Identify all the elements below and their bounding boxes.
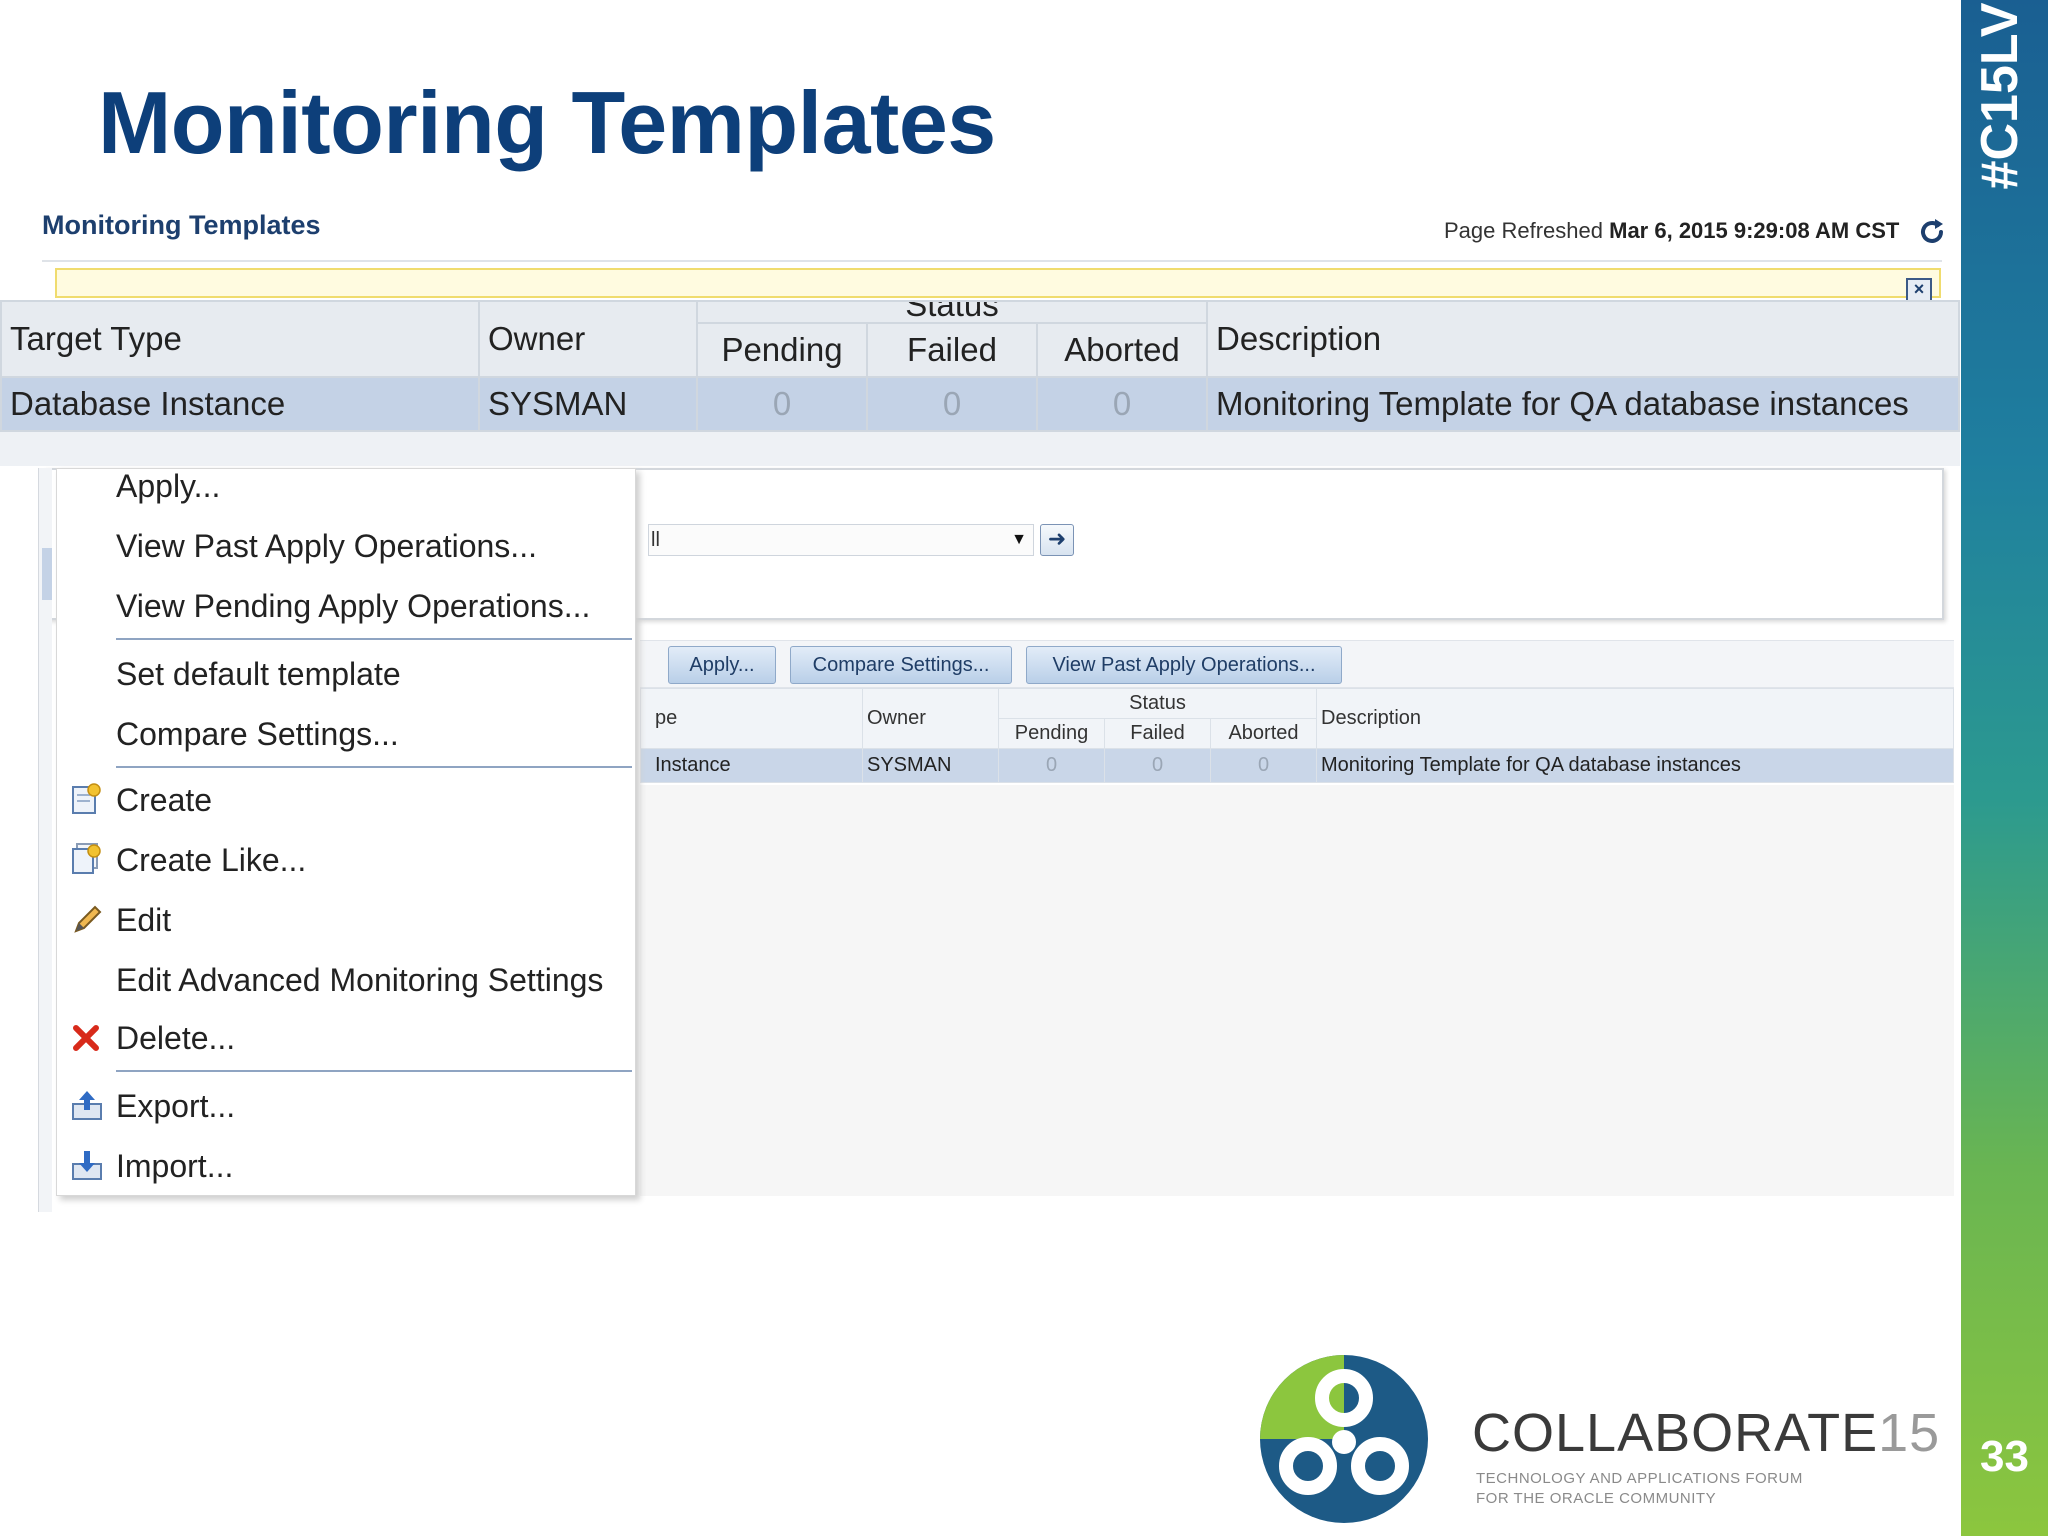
cell-failed: 0 xyxy=(1104,748,1211,783)
go-button[interactable]: ➜ xyxy=(1040,524,1074,556)
collaborate-tagline-1: TECHNOLOGY AND APPLICATIONS FORUM xyxy=(1476,1470,1803,1487)
create-like-icon xyxy=(72,843,101,874)
zoom-cell-failed: 0 xyxy=(866,376,1038,432)
col-pending[interactable]: Pending xyxy=(998,718,1105,749)
col-owner[interactable]: Owner xyxy=(862,688,999,749)
menu-item-create[interactable]: Create xyxy=(116,782,212,819)
header-divider xyxy=(42,260,1942,262)
zoom-col-status-group: Status xyxy=(696,300,1208,324)
templates-table: pe Owner Status Description Pending Fail… xyxy=(640,688,1954,783)
menu-item-export[interactable]: Export... xyxy=(116,1088,235,1125)
menu-item-compare-settings[interactable]: Compare Settings... xyxy=(116,716,399,753)
collaborate-wordmark: COLLABORATE15 xyxy=(1472,1402,1940,1464)
table-row[interactable]: Instance SYSMAN 0 0 0 Monitoring Templat… xyxy=(640,748,1954,783)
collaborate-tagline-2: FOR THE ORACLE COMMUNITY xyxy=(1476,1490,1717,1507)
cell-pending: 0 xyxy=(998,748,1105,783)
page-refreshed-info: Page Refreshed Mar 6, 2015 9:29:08 AM CS… xyxy=(1444,218,1899,244)
zoom-col-owner: Owner xyxy=(478,300,698,378)
create-icon xyxy=(72,783,101,814)
menu-item-import[interactable]: Import... xyxy=(116,1148,233,1185)
collaborate-wordmark-year: 15 xyxy=(1878,1403,1941,1463)
col-target-type[interactable]: pe xyxy=(640,688,863,749)
import-icon xyxy=(72,1151,102,1180)
export-icon xyxy=(72,1091,102,1120)
search-select-value: ll xyxy=(651,529,660,551)
slide-title: Monitoring Templates xyxy=(98,73,996,172)
menu-item-edit-advanced[interactable]: Edit Advanced Monitoring Settings xyxy=(116,962,603,999)
collaborate-logo-icon xyxy=(1260,1355,1428,1523)
col-failed[interactable]: Failed xyxy=(1104,718,1211,749)
cell-owner: SYSMAN xyxy=(862,748,999,783)
collaborate-wordmark-name: COLLABORATE xyxy=(1472,1403,1879,1463)
menu-separator xyxy=(116,766,632,768)
apply-button[interactable]: Apply... xyxy=(668,646,776,684)
table-empty-area xyxy=(640,785,1954,1196)
delete-icon xyxy=(73,1025,99,1051)
menu-separator xyxy=(116,1070,632,1072)
menu-item-apply[interactable]: Apply... xyxy=(116,468,220,505)
col-description[interactable]: Description xyxy=(1316,688,1954,749)
compare-settings-button[interactable]: Compare Settings... xyxy=(790,646,1012,684)
menu-item-set-default[interactable]: Set default template xyxy=(116,656,401,693)
zoom-col-aborted: Aborted xyxy=(1036,322,1208,378)
page-title: Monitoring Templates xyxy=(42,210,321,240)
zoom-col-target-type: Target Type xyxy=(0,300,480,378)
cell-target-type: Instance xyxy=(640,748,863,783)
view-past-apply-operations-button[interactable]: View Past Apply Operations... xyxy=(1026,646,1342,684)
zoom-col-description: Description xyxy=(1206,300,1960,378)
cell-aborted: 0 xyxy=(1210,748,1317,783)
zoomed-templates-table: Target Type Owner Status Description Pen… xyxy=(0,300,1960,432)
menu-item-view-pending-apply[interactable]: View Pending Apply Operations... xyxy=(116,588,590,625)
zoom-overlay-backdrop xyxy=(0,430,1960,466)
col-aborted[interactable]: Aborted xyxy=(1210,718,1317,749)
zoom-cell-target-type: Database Instance xyxy=(0,376,480,432)
event-hashtag: #C15LV xyxy=(1971,2,2029,190)
refresh-time: Mar 6, 2015 9:29:08 AM CST xyxy=(1609,218,1900,243)
menu-item-create-like[interactable]: Create Like... xyxy=(116,842,306,879)
chevron-down-icon: ▼ xyxy=(1011,531,1027,548)
menu-rail-selection xyxy=(42,548,52,600)
col-status-group: Status xyxy=(998,688,1317,719)
close-icon[interactable]: × xyxy=(1906,278,1932,302)
zoom-col-pending: Pending xyxy=(696,322,868,378)
zoom-cell-owner: SYSMAN xyxy=(478,376,698,432)
menu-separator xyxy=(116,638,632,640)
menu-item-view-past-apply[interactable]: View Past Apply Operations... xyxy=(116,528,537,565)
menu-item-delete[interactable]: Delete... xyxy=(116,1020,235,1057)
search-select[interactable]: ll ▼ xyxy=(648,524,1034,556)
zoom-table-row: Database Instance SYSMAN 0 0 0 Monitorin… xyxy=(0,376,1960,432)
zoom-cell-aborted: 0 xyxy=(1036,376,1208,432)
actions-context-menu xyxy=(56,468,636,1196)
pencil-icon xyxy=(74,905,102,933)
refresh-icon[interactable] xyxy=(1916,216,1948,248)
slide-page-number: 33 xyxy=(1980,1432,2029,1481)
menu-item-edit[interactable]: Edit xyxy=(116,902,171,939)
zoom-cell-pending: 0 xyxy=(696,376,868,432)
cell-description: Monitoring Template for QA database inst… xyxy=(1316,748,1954,783)
zoom-cell-description: Monitoring Template for QA database inst… xyxy=(1206,376,1960,432)
zoom-col-failed: Failed xyxy=(866,322,1038,378)
info-message-bar xyxy=(55,268,1941,298)
refresh-label: Page Refreshed xyxy=(1444,218,1603,243)
